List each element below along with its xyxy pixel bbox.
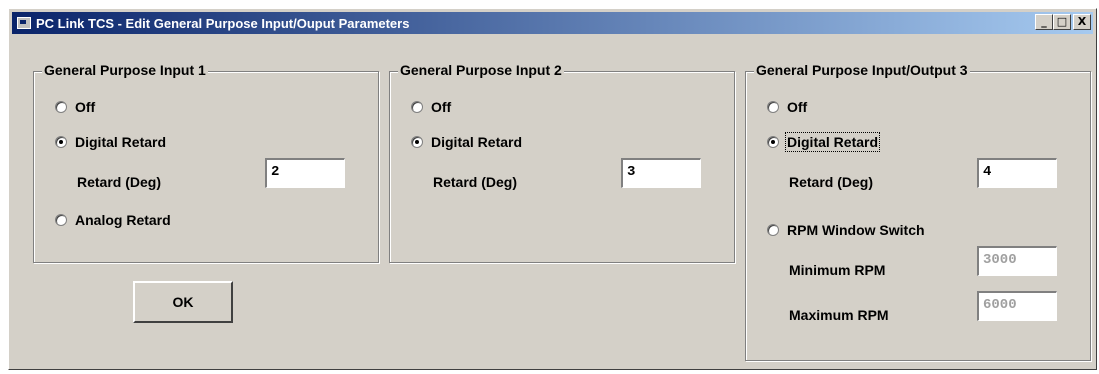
title-buttons: _ □ X [1035,14,1091,30]
g1-digital-radio[interactable]: Digital Retard [55,134,166,150]
g3-max-rpm-label: Maximum RPM [789,307,889,323]
g3-off-radio[interactable]: Off [767,99,807,115]
radio-checked-icon [411,136,423,148]
group-input-output-3-title: General Purpose Input/Output 3 [754,62,970,78]
g2-retard-input[interactable]: 3 [621,158,701,188]
group-input-1-title: General Purpose Input 1 [42,62,208,78]
g2-digital-radio[interactable]: Digital Retard [411,134,522,150]
radio-icon [411,101,423,113]
dialog-window: PC Link TCS - Edit General Purpose Input… [8,8,1097,370]
g3-retard-label: Retard (Deg) [789,174,874,190]
minimize-button[interactable]: _ [1035,14,1053,30]
ok-button[interactable]: OK [133,281,233,323]
g1-retard-input[interactable]: 2 [265,158,345,188]
radio-icon [767,101,779,113]
title-bar[interactable]: PC Link TCS - Edit General Purpose Input… [12,12,1093,34]
g1-retard-label: Retard (Deg) [77,174,162,190]
g3-min-rpm-label: Minimum RPM [789,262,886,278]
g3-digital-radio[interactable]: Digital Retard [767,132,881,152]
g2-retard-label: Retard (Deg) [433,174,518,190]
close-button[interactable]: X [1073,14,1091,30]
g3-min-rpm-input[interactable]: 3000 [977,246,1057,276]
maximize-button[interactable]: □ [1053,14,1071,30]
radio-icon [55,101,67,113]
g1-analog-radio[interactable]: Analog Retard [55,212,171,228]
g2-off-radio[interactable]: Off [411,99,451,115]
g3-max-rpm-input[interactable]: 6000 [977,291,1057,321]
g3-rpm-window-radio[interactable]: RPM Window Switch [767,222,925,238]
g1-off-radio[interactable]: Off [55,99,95,115]
radio-icon [767,224,779,236]
radio-checked-icon [55,136,67,148]
group-input-2-title: General Purpose Input 2 [398,62,564,78]
radio-icon [55,214,67,226]
app-icon [17,17,31,29]
g3-retard-input[interactable]: 4 [977,158,1057,188]
window-title: PC Link TCS - Edit General Purpose Input… [36,15,410,31]
radio-checked-icon [767,136,779,148]
